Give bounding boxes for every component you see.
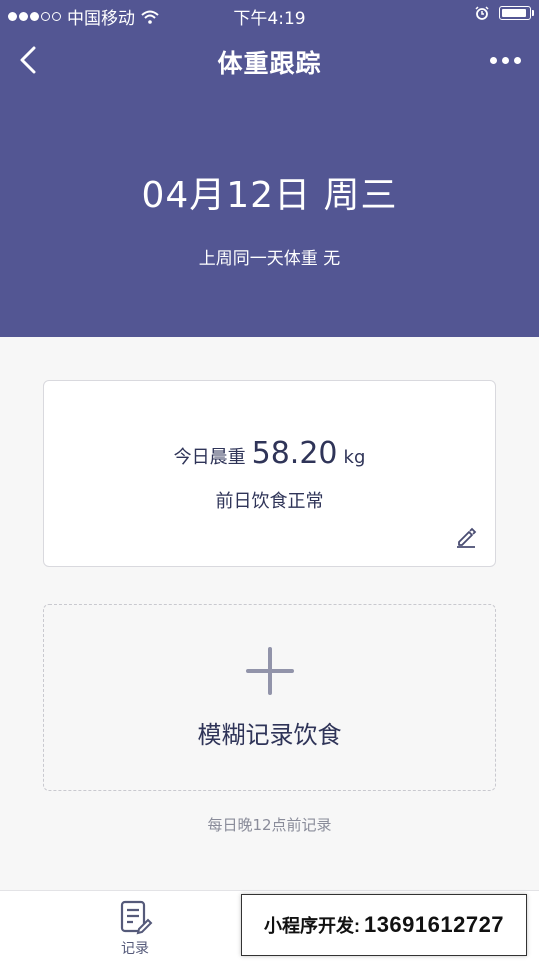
weight-unit: kg xyxy=(343,447,366,468)
more-dot-icon xyxy=(501,56,509,64)
add-diet-label: 模糊记录饮食 xyxy=(197,721,342,749)
add-diet-record-button[interactable]: 模糊记录饮食 xyxy=(43,604,496,791)
tab-record[interactable]: 记录 xyxy=(85,891,185,961)
edit-icon[interactable] xyxy=(455,526,477,548)
promo-phone: 13691612727 xyxy=(363,912,505,937)
current-date: 04月12日 周三 xyxy=(141,175,398,216)
more-button[interactable] xyxy=(481,40,529,80)
record-icon xyxy=(120,900,153,935)
more-dot-icon xyxy=(489,56,497,64)
weight-label: 今日晨重 xyxy=(173,447,246,468)
alarm-icon xyxy=(475,6,489,20)
nav-bar: 体重跟踪 xyxy=(0,30,539,90)
diet-note: 前日饮食正常 xyxy=(215,491,324,512)
status-right xyxy=(475,6,534,20)
header: 中国移动 下午4:19 体重跟踪 04月12日 周三 上周同一天体重 无 xyxy=(0,0,539,337)
record-deadline-note: 每日晚12点前记录 xyxy=(207,816,332,834)
weight-value: 58.20 xyxy=(251,436,338,471)
promo-label: 小程序开发: xyxy=(263,916,360,936)
tab-record-label: 记录 xyxy=(121,941,149,957)
last-week-weight: 上周同一天体重 无 xyxy=(198,249,341,269)
page-title: 体重跟踪 xyxy=(217,49,322,78)
promo-banner: 小程序开发: 13691612727 xyxy=(241,894,527,956)
plus-icon xyxy=(245,647,294,695)
weight-card[interactable]: 今日晨重 58.20 kg 前日饮食正常 xyxy=(43,380,496,567)
status-time: 下午4:19 xyxy=(233,9,306,29)
weight-row: 今日晨重 58.20 kg xyxy=(44,436,495,471)
status-bar: 中国移动 下午4:19 xyxy=(0,0,539,30)
more-dot-icon xyxy=(513,56,521,64)
battery-icon xyxy=(499,6,534,20)
